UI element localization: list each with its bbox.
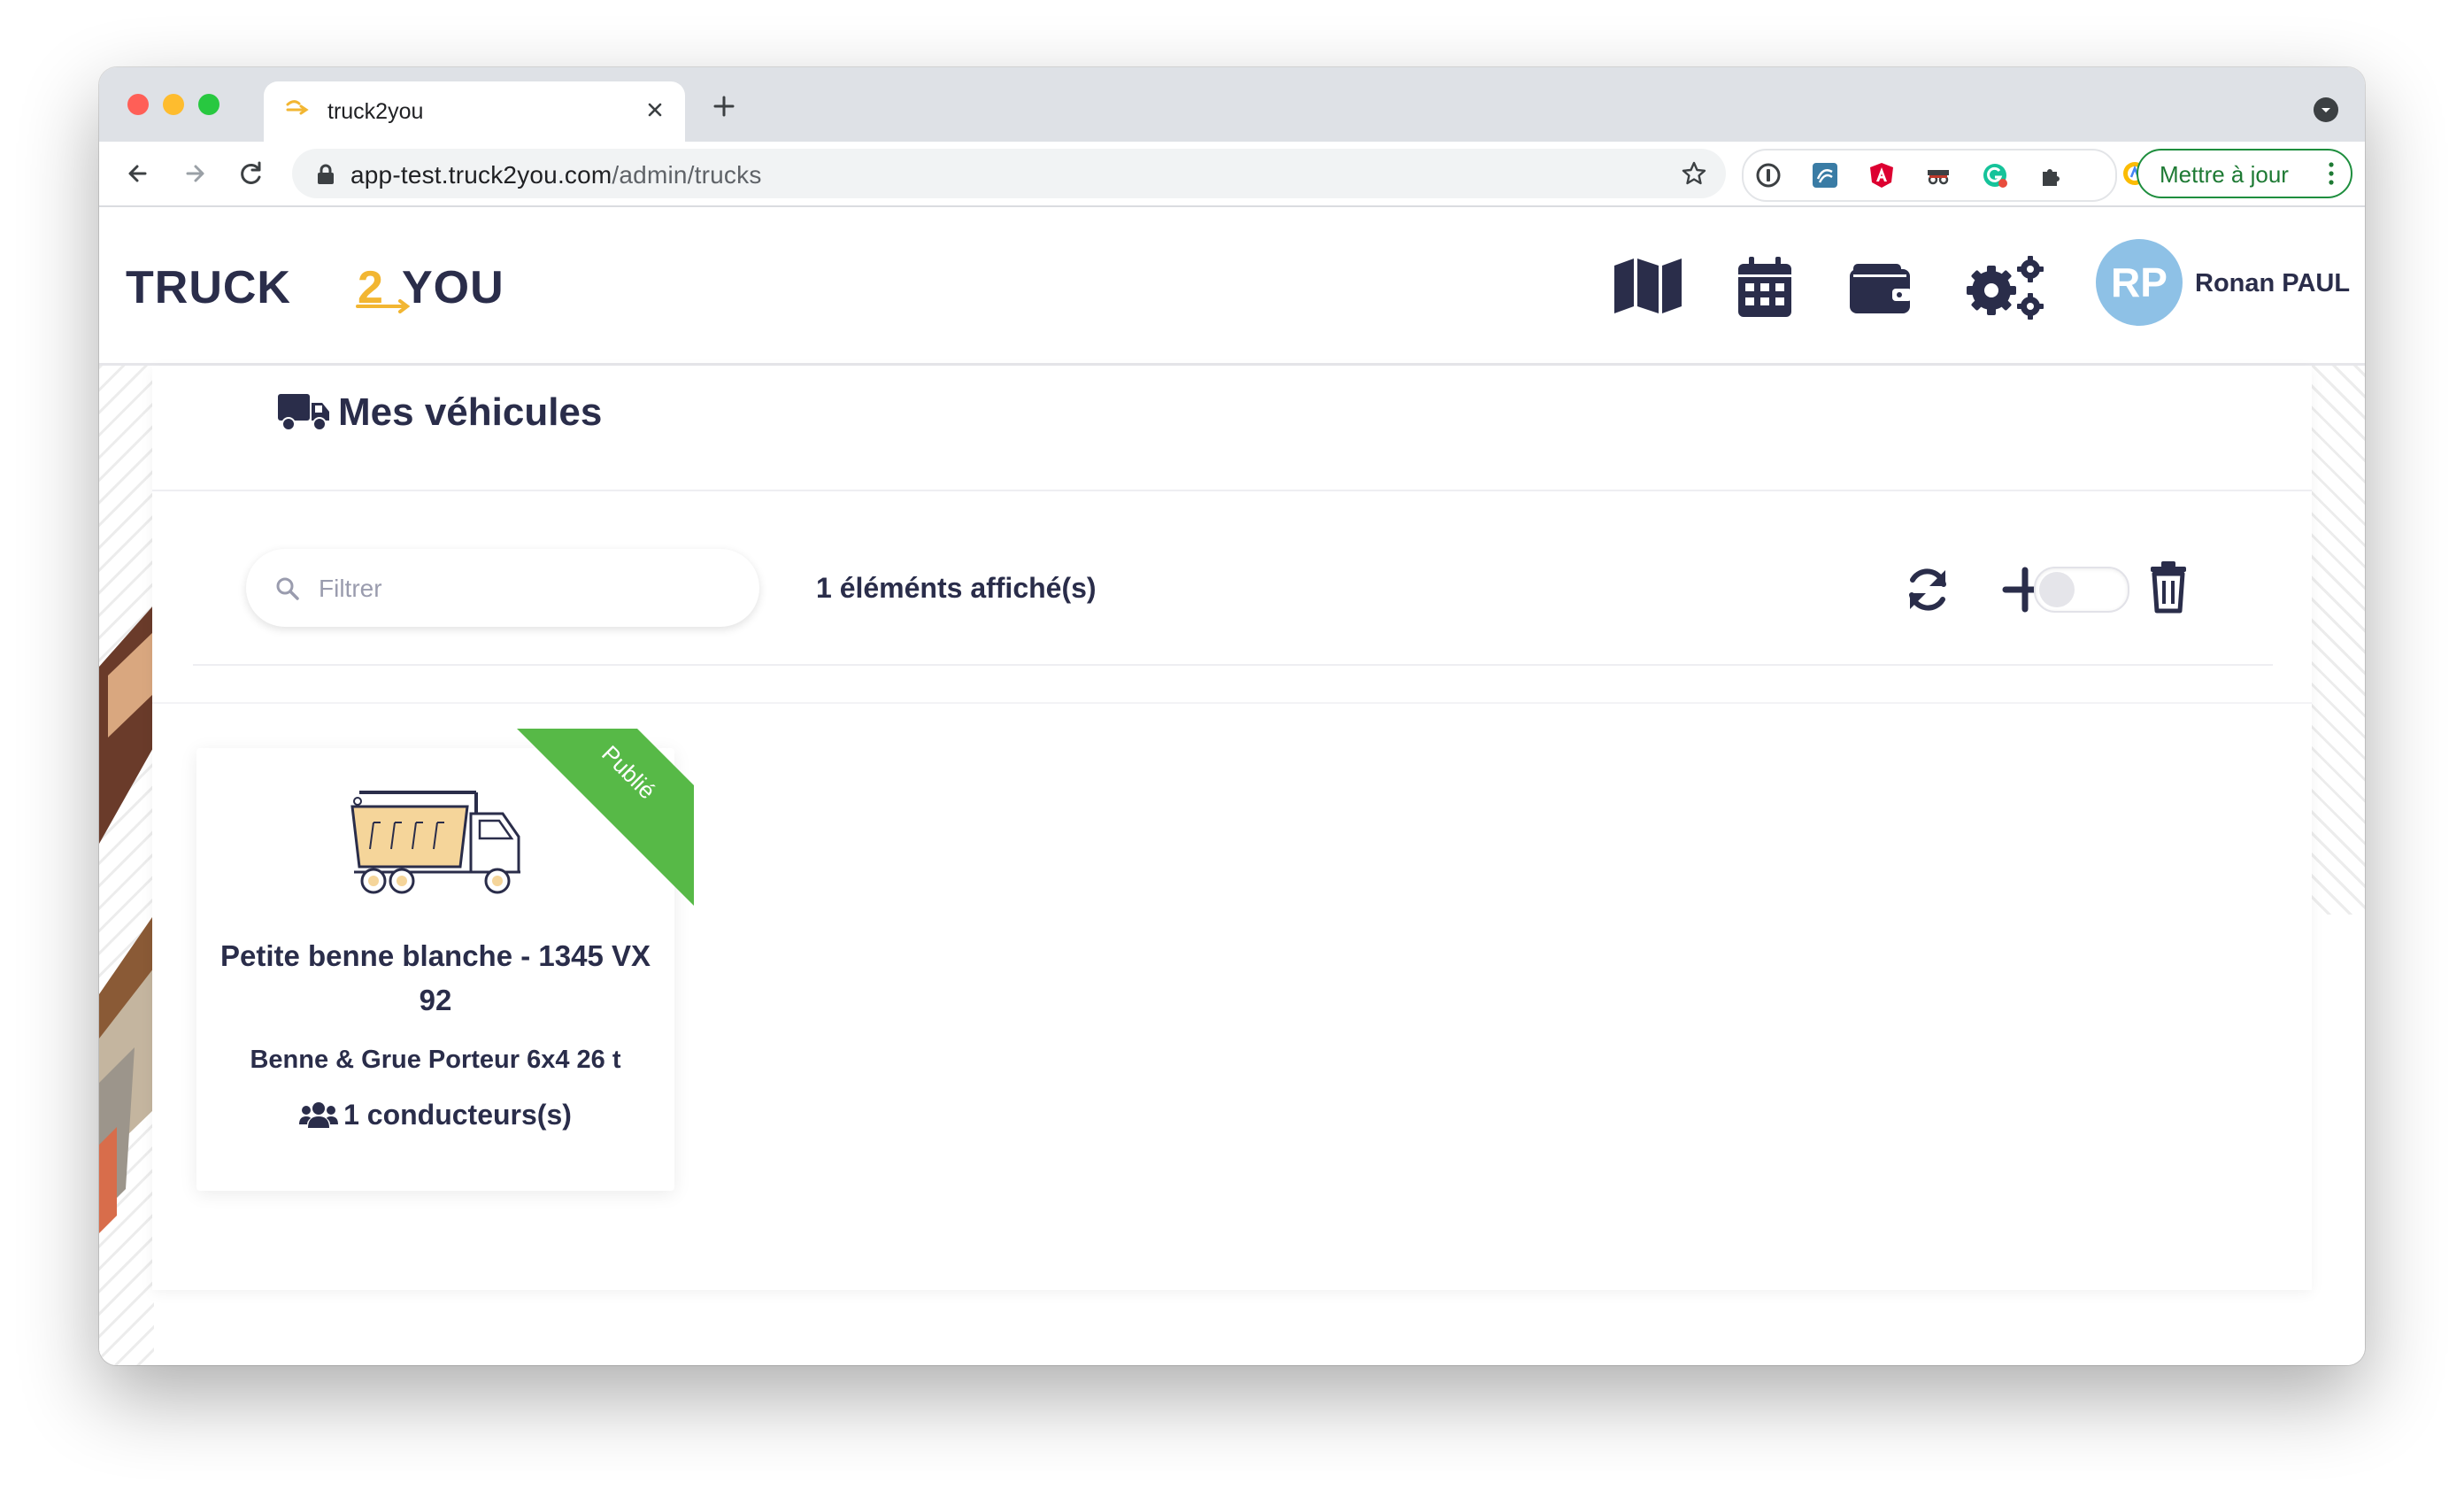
settings-gears-icon[interactable] xyxy=(1963,253,2048,325)
filter-input[interactable] xyxy=(317,567,728,611)
bookmark-star-icon[interactable] xyxy=(1680,159,1708,192)
main-content: Mes véhicules 1 éléménts affiché(s) xyxy=(99,366,2365,1365)
calendar-icon[interactable] xyxy=(1736,257,1793,323)
tab-title: truck2you xyxy=(327,99,424,124)
page-header: Mes véhicules xyxy=(152,366,2312,491)
extensions-puzzle-icon[interactable] xyxy=(2037,161,2066,189)
vehicle-drivers: 1 conducteurs(s) xyxy=(214,1099,657,1131)
vehicle-card[interactable]: Publié Petite benne blanche - 1345 VX 92… xyxy=(196,729,694,1191)
user-avatar[interactable]: RP xyxy=(2096,239,2183,326)
angular-devtools-icon[interactable] xyxy=(1867,161,1896,189)
status-ribbon: Publié xyxy=(517,729,694,906)
browser-tab[interactable]: truck2you xyxy=(264,81,685,142)
truck2you-logo[interactable]: TRUCK 2 YOU xyxy=(126,262,559,318)
extensions-group xyxy=(1742,149,2117,202)
displayed-count: 1 éléménts affiché(s) xyxy=(816,572,1097,604)
more-menu-icon[interactable] xyxy=(2328,161,2335,192)
refresh-icon[interactable] xyxy=(1901,563,1954,621)
browser-toolbar: app-test.truck2you.com/admin/trucks Mett… xyxy=(99,142,2365,207)
truck2you-favicon-icon xyxy=(285,97,313,127)
truck-crane-illustration-icon xyxy=(347,787,524,907)
svg-text:TRUCK: TRUCK xyxy=(126,262,291,313)
truck-icon xyxy=(278,392,329,436)
drivers-count: 1 conducteurs(s) xyxy=(343,1099,572,1131)
lock-icon[interactable] xyxy=(315,163,336,190)
vehicle-type: Benne & Grue Porteur 6x4 26 t xyxy=(250,1046,621,1074)
search-icon xyxy=(274,575,301,606)
address-bar[interactable]: app-test.truck2you.com/admin/trucks xyxy=(292,149,1726,198)
password-manager-extension-icon[interactable] xyxy=(1754,161,1783,189)
app-header: TRUCK 2 YOU RP Ronan PAUL xyxy=(99,207,2365,366)
vehicle-name: Petite benne blanche - 1345 VX 92 xyxy=(219,939,651,1016)
incognito-extension-icon[interactable] xyxy=(1924,161,1952,189)
browser-window: truck2you app-test.truck2you.com/admin/t… xyxy=(99,67,2365,1365)
close-window-button[interactable] xyxy=(127,94,149,115)
filter-field[interactable] xyxy=(246,549,759,627)
url-text: app-test.truck2you.com/admin/trucks xyxy=(350,161,762,189)
maximize-window-button[interactable] xyxy=(198,94,219,115)
published-toggle[interactable] xyxy=(2034,567,2129,613)
users-icon xyxy=(299,1102,339,1128)
filter-toolbar: 1 éléménts affiché(s) xyxy=(193,490,2273,666)
new-tab-icon[interactable] xyxy=(708,90,740,122)
tab-search-icon[interactable] xyxy=(2314,97,2338,122)
back-icon[interactable] xyxy=(119,154,158,193)
background-hatch-decoration xyxy=(2310,366,2365,915)
vehicles-panel: Mes véhicules 1 éléménts affiché(s) xyxy=(152,366,2312,1290)
wave-extension-icon[interactable] xyxy=(1811,161,1839,189)
section-divider xyxy=(152,702,2312,704)
background-photo-decoration xyxy=(99,366,154,1365)
tab-close-icon[interactable] xyxy=(639,94,671,126)
minimize-window-button[interactable] xyxy=(163,94,184,115)
map-icon[interactable] xyxy=(1613,257,1683,320)
grammarly-extension-icon[interactable] xyxy=(1981,161,2009,189)
trash-icon[interactable] xyxy=(2147,560,2190,619)
update-browser-button[interactable]: Mettre à jour xyxy=(2137,149,2352,198)
reload-icon[interactable] xyxy=(232,154,271,193)
user-name[interactable]: Ronan PAUL xyxy=(2195,269,2350,298)
svg-text:YOU: YOU xyxy=(402,262,504,313)
page-title: Mes véhicules xyxy=(338,390,603,434)
tab-strip: truck2you xyxy=(99,67,2365,142)
forward-icon[interactable] xyxy=(175,154,214,193)
toggle-knob xyxy=(2039,572,2075,607)
wallet-icon[interactable] xyxy=(1848,262,1912,320)
